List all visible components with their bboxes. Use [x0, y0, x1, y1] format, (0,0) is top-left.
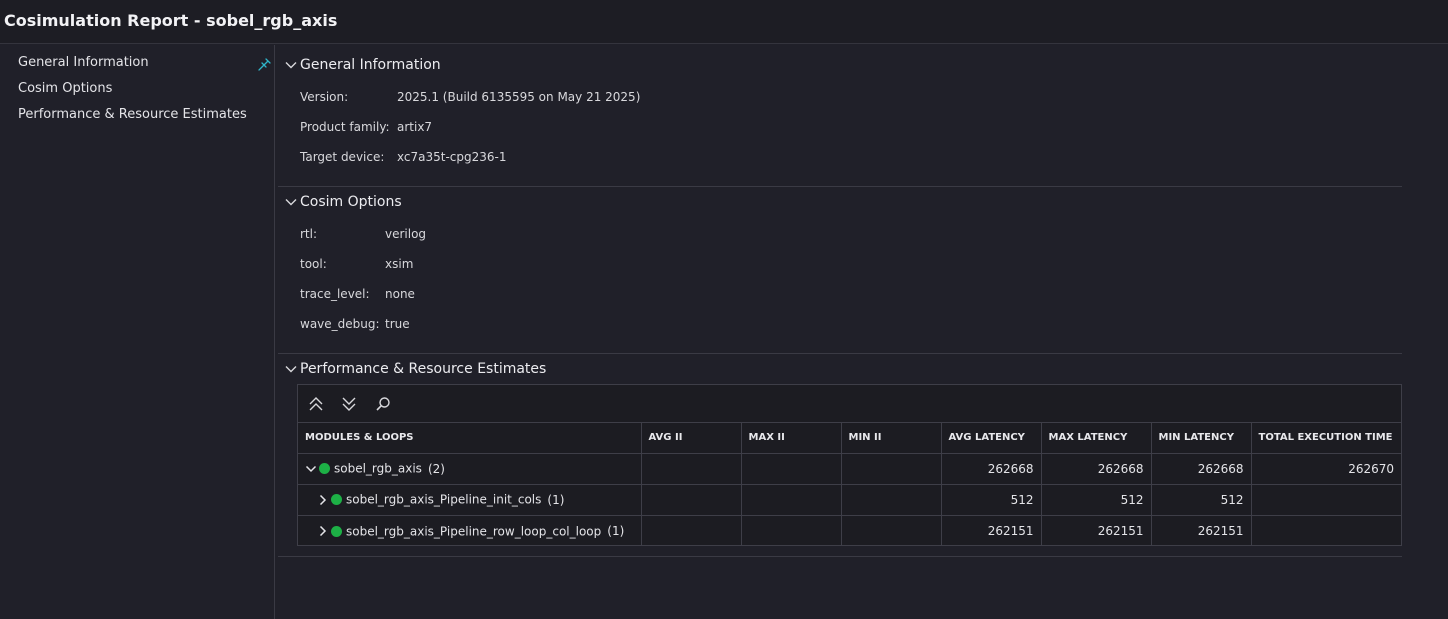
table-row[interactable]: sobel_rgb_axis_Pipeline_row_loop_col_loo… — [298, 515, 1401, 546]
module-cell: sobel_rgb_axis_Pipeline_init_cols (1) — [298, 484, 642, 516]
min-latency-cell: 512 — [1151, 484, 1252, 516]
chevron-down-icon — [285, 199, 297, 206]
column-header-min-ii[interactable]: MIN II — [841, 423, 942, 454]
module-name: sobel_rgb_axis_Pipeline_row_loop_col_loo… — [346, 524, 602, 538]
chevron-down-icon — [285, 62, 297, 69]
column-header-max-latency[interactable]: MAX LATENCY — [1041, 423, 1152, 454]
chevron-down-icon — [285, 366, 297, 373]
table-row[interactable]: sobel_rgb_axis_Pipeline_init_cols (1) 512… — [298, 484, 1401, 516]
column-header-max-ii[interactable]: MAX II — [741, 423, 842, 454]
max-ii-cell — [741, 484, 842, 516]
collapse-all-icon[interactable] — [307, 395, 325, 413]
avg-latency-cell: 262668 — [941, 453, 1042, 485]
target-device-value: xc7a35t-cpg236-1 — [397, 150, 507, 164]
column-header-modules-loops[interactable]: MODULES & LOOPS — [298, 423, 642, 454]
trace-level-value: none — [385, 287, 415, 301]
section-divider — [278, 186, 1402, 187]
product-family-value: artix7 — [397, 120, 433, 134]
module-cell: sobel_rgb_axis (2) — [298, 453, 642, 485]
module-name: sobel_rgb_axis_Pipeline_init_cols — [346, 492, 542, 507]
section-title: Performance & Resource Estimates — [300, 361, 547, 377]
rtl-label: rtl: — [300, 227, 318, 241]
performance-table: MODULES & LOOPS AVG II MAX II MIN II AVG… — [297, 384, 1402, 546]
section-title: General Information — [300, 57, 441, 73]
avg-ii-cell — [641, 484, 742, 516]
wave-debug-value: true — [385, 317, 410, 331]
max-latency-cell: 512 — [1041, 484, 1152, 516]
status-dot-icon — [319, 463, 330, 475]
max-latency-cell: 262151 — [1041, 515, 1152, 546]
report-main: General Information Version: 2025.1 (Bui… — [276, 45, 1448, 619]
tool-label: tool: — [300, 257, 327, 271]
column-header-avg-latency[interactable]: AVG LATENCY — [941, 423, 1042, 454]
pin-icon[interactable] — [256, 57, 272, 73]
max-latency-cell: 262668 — [1041, 453, 1152, 485]
sidebar-item-cosim-options[interactable]: Cosim Options — [18, 81, 112, 96]
version-value: 2025.1 (Build 6135595 on May 21 2025) — [397, 90, 641, 104]
max-ii-cell — [741, 453, 842, 485]
avg-latency-cell: 512 — [941, 484, 1042, 516]
module-name: sobel_rgb_axis — [334, 461, 422, 476]
module-cell: sobel_rgb_axis_Pipeline_row_loop_col_loo… — [298, 515, 642, 546]
column-header-min-latency[interactable]: MIN LATENCY — [1151, 423, 1252, 454]
avg-latency-cell: 262151 — [941, 515, 1042, 546]
min-latency-cell: 262668 — [1151, 453, 1252, 485]
avg-ii-cell — [641, 515, 742, 546]
title-bar: Cosimulation Report - sobel_rgb_axis — [0, 0, 1448, 44]
section-header-cosim-options[interactable]: Cosim Options — [284, 192, 402, 212]
table-header-row: MODULES & LOOPS AVG II MAX II MIN II AVG… — [298, 423, 1401, 454]
section-divider — [278, 556, 1402, 557]
status-dot-icon — [331, 525, 342, 537]
search-icon[interactable] — [374, 395, 392, 413]
column-header-avg-ii[interactable]: AVG II — [641, 423, 742, 454]
chevron-right-icon[interactable] — [317, 494, 329, 506]
rtl-value: verilog — [385, 227, 427, 241]
sidebar-item-performance-resource-estimates[interactable]: Performance & Resource Estimates — [18, 107, 247, 122]
module-count: (2) — [427, 461, 445, 476]
tool-value: xsim — [385, 257, 414, 271]
sidebar-item-general-information[interactable]: General Information — [18, 55, 149, 70]
modules-loops-grid: MODULES & LOOPS AVG II MAX II MIN II AVG… — [298, 423, 1401, 546]
module-count: (1) — [607, 524, 625, 538]
min-ii-cell — [841, 484, 942, 516]
min-ii-cell — [841, 453, 942, 485]
product-family-label: Product family: — [300, 120, 390, 134]
status-dot-icon — [331, 494, 342, 506]
section-header-general-information[interactable]: General Information — [284, 55, 441, 75]
avg-ii-cell — [641, 453, 742, 485]
sidebar-nav: General Information Cosim Options Perfor… — [0, 45, 275, 619]
chevron-down-icon[interactable] — [305, 463, 317, 475]
max-ii-cell — [741, 515, 842, 546]
min-latency-cell: 262151 — [1151, 515, 1252, 546]
module-count: (1) — [547, 492, 565, 507]
section-title: Cosim Options — [300, 194, 402, 210]
version-label: Version: — [300, 90, 349, 104]
column-header-total-execution-time[interactable]: TOTAL EXECUTION TIME — [1251, 423, 1401, 454]
chevron-right-icon[interactable] — [317, 525, 329, 537]
wave-debug-label: wave_debug: — [300, 317, 380, 331]
total-execution-time-cell — [1251, 484, 1401, 516]
min-ii-cell — [841, 515, 942, 546]
expand-all-icon[interactable] — [340, 395, 358, 413]
section-header-performance[interactable]: Performance & Resource Estimates — [284, 359, 546, 379]
target-device-label: Target device: — [300, 150, 385, 164]
table-toolbar — [298, 385, 1401, 423]
report-title: Cosimulation Report - sobel_rgb_axis — [4, 11, 338, 30]
total-execution-time-cell — [1251, 515, 1401, 546]
table-row[interactable]: sobel_rgb_axis (2) 262668 262668 262668 2… — [298, 453, 1401, 485]
section-divider — [278, 353, 1402, 354]
total-execution-time-cell: 262670 — [1251, 453, 1401, 485]
trace-level-label: trace_level: — [300, 287, 370, 301]
